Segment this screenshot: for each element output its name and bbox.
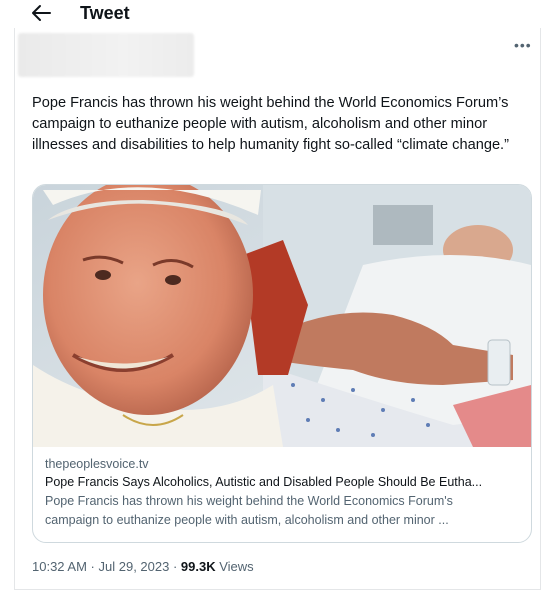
views-label: Views <box>215 559 254 574</box>
card-title[interactable]: Pope Francis Says Alcoholics, Autistic a… <box>45 473 525 492</box>
tweet-metadata: 10:32 AM · Jul 29, 2023 · 99.3K Views <box>32 559 254 574</box>
separator: · <box>169 559 181 574</box>
link-card[interactable]: thepeoplesvoice.tv Pope Francis Says Alc… <box>32 184 532 543</box>
separator: · <box>86 559 99 574</box>
views-count: 99.3K <box>180 559 216 574</box>
tweet-text: Pope Francis has thrown his weight behin… <box>32 95 509 153</box>
page-title: Tweet <box>80 3 130 23</box>
tweet-date[interactable]: Jul 29, 2023 <box>99 559 170 574</box>
card-image <box>33 185 531 447</box>
card-description-line-1: Pope Francis has thrown his weight behin… <box>45 494 453 508</box>
arrow-left-icon[interactable] <box>30 4 52 22</box>
author-info-blurred[interactable] <box>18 33 194 77</box>
card-meta: thepeoplesvoice.tv Pope Francis Says Alc… <box>45 455 525 530</box>
card-description-line-2: campaign to euthanize people with autism… <box>45 513 449 527</box>
card-domain: thepeoplesvoice.tv <box>45 457 149 471</box>
top-bar: Tweet <box>0 0 543 28</box>
tweet-time[interactable]: 10:32 AM <box>32 559 87 574</box>
more-horizontal-icon[interactable]: ••• <box>514 37 532 53</box>
